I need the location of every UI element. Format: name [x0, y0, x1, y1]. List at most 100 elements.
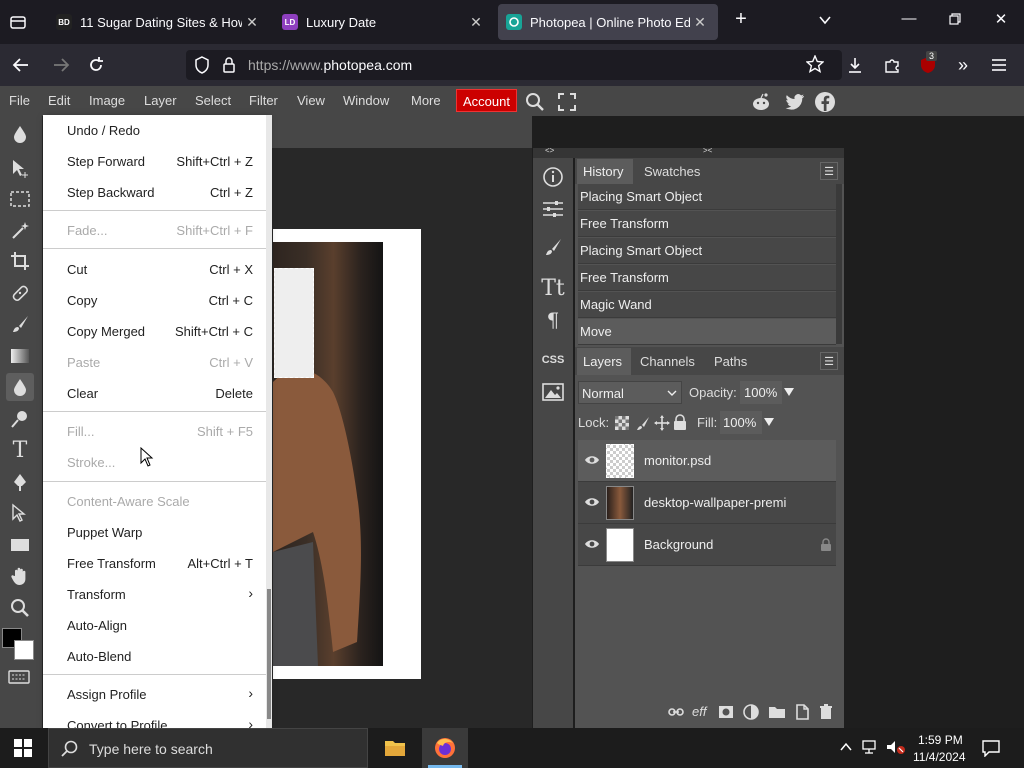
forward-arrow-icon[interactable] [50, 54, 72, 76]
crop-tool-icon[interactable] [6, 247, 34, 275]
path-select-tool-icon[interactable] [6, 499, 34, 527]
lock-paint-icon[interactable] [635, 415, 651, 431]
eye-icon[interactable] [584, 538, 600, 550]
account-button[interactable]: Account [456, 89, 517, 112]
window-close-icon[interactable]: ✕ [986, 10, 1016, 28]
background-color-swatch[interactable] [14, 640, 34, 660]
menu-scrollbar-thumb[interactable] [267, 589, 271, 719]
url-text[interactable]: https://www.photopea.com [248, 57, 412, 73]
notification-icon[interactable] [982, 739, 1000, 757]
collapse-arrows-icon[interactable]: <> [545, 146, 554, 155]
link-layers-icon[interactable] [668, 706, 684, 718]
menu-item-undo-redo[interactable]: Undo / Redo [43, 115, 267, 145]
history-scrollbar[interactable] [836, 184, 842, 344]
character-icon[interactable]: Tt [541, 276, 565, 301]
history-entry[interactable]: Placing Smart Object [578, 184, 836, 210]
menu-item-auto-align[interactable]: Auto-Align [43, 610, 267, 640]
taskbar-search-box[interactable]: Type here to search [48, 728, 368, 768]
menu-item-clear[interactable]: Clear Delete [43, 378, 267, 408]
history-entry[interactable]: Magic Wand [578, 292, 836, 318]
brush-settings-icon[interactable] [541, 236, 565, 260]
menu-select[interactable]: Select [195, 93, 231, 108]
move-tool-icon[interactable] [6, 154, 34, 182]
history-entry[interactable]: Free Transform [578, 211, 836, 237]
reddit-icon[interactable] [750, 91, 772, 113]
lock-icon[interactable] [222, 56, 236, 74]
gradient-tool-icon[interactable] [6, 342, 34, 370]
image-icon[interactable] [541, 380, 565, 404]
info-icon[interactable] [541, 165, 565, 189]
tab-layers-label[interactable]: Layers [583, 354, 622, 369]
fullscreen-icon[interactable] [558, 93, 576, 111]
lock-transparency-icon[interactable] [615, 416, 629, 430]
history-entry[interactable]: Free Transform [578, 265, 836, 291]
overflow-chevrons-icon[interactable]: » [952, 54, 974, 76]
dodge-tool-icon[interactable] [6, 405, 34, 433]
browser-tab-1[interactable]: LD Luxury Date ✕ [274, 4, 494, 40]
adjustments-icon[interactable] [541, 197, 565, 221]
hamburger-menu-icon[interactable] [988, 54, 1010, 76]
clock-time[interactable]: 1:59 PM [918, 733, 963, 747]
folder-icon[interactable] [768, 705, 786, 719]
tab-history-label[interactable]: History [583, 164, 623, 179]
menu-layer[interactable]: Layer [144, 93, 177, 108]
healing-brush-tool-icon[interactable] [6, 279, 34, 307]
menu-view[interactable]: View [297, 93, 325, 108]
menu-item-cut[interactable]: Cut Ctrl + X [43, 254, 267, 284]
firefox-taskbar-button[interactable] [422, 728, 468, 768]
new-layer-icon[interactable] [794, 704, 810, 720]
facebook-icon[interactable] [814, 91, 836, 113]
blur-tool-icon[interactable] [6, 120, 34, 148]
layer-row[interactable]: Background [578, 524, 836, 566]
menu-scrollbar[interactable] [266, 115, 272, 728]
layer-row[interactable]: monitor.psd [578, 440, 836, 482]
tab-paths[interactable]: Paths [714, 354, 747, 369]
rectangle-tool-icon[interactable] [6, 531, 34, 559]
pen-tool-icon[interactable] [6, 468, 34, 496]
paragraph-icon[interactable]: ¶ [541, 308, 565, 332]
volume-muted-icon[interactable] [886, 740, 906, 754]
menu-edit[interactable]: Edit [48, 93, 70, 108]
menu-more[interactable]: More [411, 93, 441, 108]
menu-image[interactable]: Image [89, 93, 125, 108]
fill-dropdown-icon[interactable] [764, 417, 774, 427]
menu-item-step-backward[interactable]: Step Backward Ctrl + Z [43, 177, 267, 207]
menu-item-copy[interactable]: Copy Ctrl + C [43, 285, 267, 315]
browser-tab-0[interactable]: BD 11 Sugar Dating Sites & How to ✕ [48, 4, 270, 40]
marquee-tool-icon[interactable] [6, 185, 34, 213]
menu-item-auto-blend[interactable]: Auto-Blend [43, 641, 267, 671]
opacity-dropdown-icon[interactable] [784, 387, 794, 397]
menu-item-convert-to-profile[interactable]: Convert to Profile › [43, 710, 267, 728]
zoom-tool-icon[interactable] [6, 594, 34, 622]
menu-file[interactable]: File [9, 93, 30, 108]
layer-effects-icon[interactable]: eff [692, 704, 706, 719]
tab-channels[interactable]: Channels [640, 354, 695, 369]
minimize-icon[interactable]: — [894, 10, 924, 27]
network-icon[interactable] [862, 740, 880, 754]
chevron-down-icon[interactable] [810, 10, 840, 27]
new-tab-icon[interactable]: + [726, 8, 756, 31]
reload-icon[interactable] [85, 54, 107, 76]
tab-swatches[interactable]: Swatches [644, 164, 700, 179]
layer-mask-icon[interactable] [718, 705, 734, 719]
css-icon[interactable]: CSS [541, 348, 565, 372]
blend-mode-select[interactable]: Normal [578, 381, 682, 404]
lock-all-icon[interactable] [673, 414, 687, 431]
search-icon[interactable] [525, 92, 545, 112]
history-entry[interactable]: Placing Smart Object [578, 238, 836, 264]
lock-position-icon[interactable] [654, 415, 670, 431]
url-bar[interactable]: https://www.photopea.com [186, 50, 842, 80]
eye-icon[interactable] [584, 454, 600, 466]
windows-start-icon[interactable] [14, 739, 32, 757]
clock-date[interactable]: 11/4/2024 [913, 750, 966, 764]
hand-tool-icon[interactable] [6, 562, 34, 590]
fill-field[interactable]: 100% [720, 411, 762, 434]
menu-item-step-forward[interactable]: Step Forward Shift+Ctrl + Z [43, 146, 267, 176]
menu-item-puppet-warp[interactable]: Puppet Warp [43, 517, 267, 547]
close-icon[interactable]: ✕ [690, 14, 710, 31]
panel-menu-icon[interactable]: ☰ [820, 162, 838, 180]
shield-icon[interactable] [194, 56, 210, 74]
menu-item-free-transform[interactable]: Free Transform Alt+Ctrl + T [43, 548, 267, 578]
trash-icon[interactable] [819, 704, 833, 720]
close-icon[interactable]: ✕ [242, 14, 262, 31]
